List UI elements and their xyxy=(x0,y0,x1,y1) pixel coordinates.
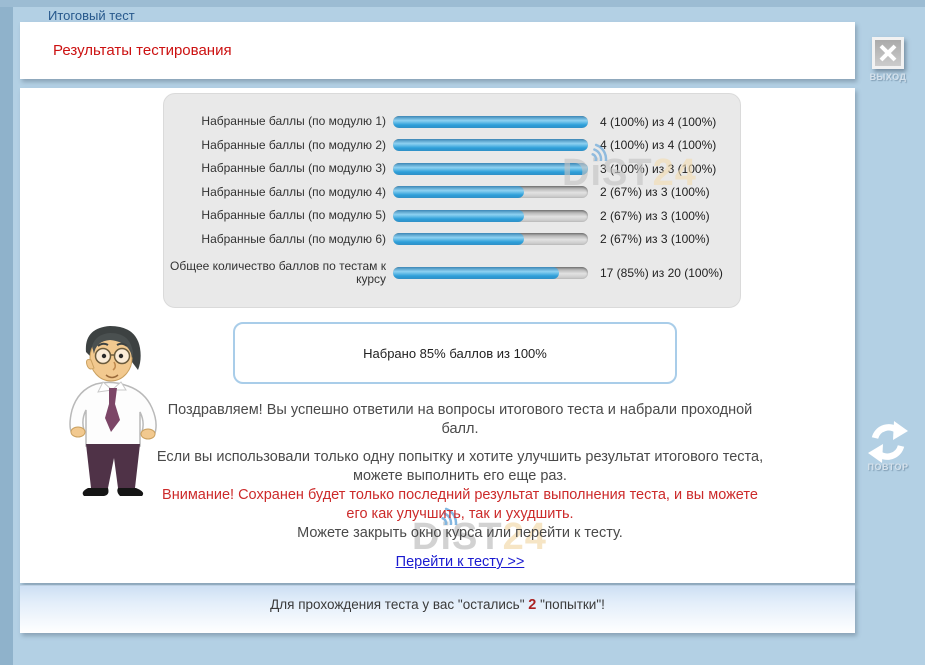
result-row-value: 4 (100%) из 4 (100%) xyxy=(600,115,716,129)
result-row-value: 2 (67%) из 3 (100%) xyxy=(600,209,710,223)
result-row-label: Общее количество баллов по тестам к курс… xyxy=(164,260,386,287)
result-row: Набранные баллы (по модулю 6) 2 (67%) из… xyxy=(164,228,740,252)
progress-bar-fill xyxy=(393,163,588,175)
results-rows: Набранные баллы (по модулю 1) 4 (100%) и… xyxy=(164,110,740,293)
result-row-value: 2 (67%) из 3 (100%) xyxy=(600,185,710,199)
progress-bar xyxy=(393,267,588,279)
header-panel: Результаты тестирования xyxy=(20,22,855,79)
go-to-test-link[interactable]: Перейти к тесту >> xyxy=(396,554,525,570)
result-row-label: Набранные баллы (по модулю 2) xyxy=(164,139,386,153)
warning-text: Внимание! Сохранен будет только последни… xyxy=(150,486,770,524)
progress-bar xyxy=(393,116,588,128)
result-row: Набранные баллы (по модулю 4) 2 (67%) из… xyxy=(164,181,740,205)
page-title: Результаты тестирования xyxy=(53,42,232,59)
result-row-label: Набранные баллы (по модулю 5) xyxy=(164,209,386,223)
window-frame-top xyxy=(0,0,925,7)
exit-button[interactable] xyxy=(872,37,904,69)
window-title: Итоговый тест xyxy=(48,8,135,23)
attempts-text-prefix: Для прохождения теста у вас "остались" xyxy=(270,597,528,612)
result-row-label: Набранные баллы (по модулю 6) xyxy=(164,233,386,247)
result-row: Набранные баллы (по модулю 2) 4 (100%) и… xyxy=(164,134,740,158)
result-row-value: 4 (100%) из 4 (100%) xyxy=(600,138,716,152)
exit-button-label: ВЫХОД xyxy=(858,72,918,82)
score-summary-text: Набрано 85% баллов из 100% xyxy=(363,346,547,361)
progress-bar xyxy=(393,233,588,245)
progress-bar xyxy=(393,139,588,151)
close-icon xyxy=(878,43,898,63)
result-row: Набранные баллы (по модулю 3) 3 (100%) и… xyxy=(164,157,740,181)
congrats-text: Поздравляем! Вы успешно ответили на вопр… xyxy=(150,401,770,439)
progress-bar xyxy=(393,163,588,175)
result-row: Набранные баллы (по модулю 5) 2 (67%) из… xyxy=(164,204,740,228)
repeat-button[interactable] xyxy=(864,418,912,466)
progress-bar xyxy=(393,186,588,198)
window-frame-left xyxy=(0,0,13,665)
retry-info-text: Если вы использовали только одну попытку… xyxy=(150,448,770,486)
result-row-label: Набранные баллы (по модулю 3) xyxy=(164,162,386,176)
result-row: Общее количество баллов по тестам к курс… xyxy=(164,253,740,293)
result-row: Набранные баллы (по модулю 1) 4 (100%) и… xyxy=(164,110,740,134)
result-row-value: 2 (67%) из 3 (100%) xyxy=(600,232,710,246)
progress-bar xyxy=(393,210,588,222)
main-content-panel: Набранные баллы (по модулю 1) 4 (100%) и… xyxy=(20,88,855,583)
close-info-text: Можете закрыть окно курса или перейти к … xyxy=(150,524,770,543)
score-summary-box: Набрано 85% баллов из 100% xyxy=(233,322,677,384)
repeat-button-label: ПОВТОР xyxy=(858,462,918,472)
result-row-label: Набранные баллы (по модулю 4) xyxy=(164,186,386,200)
progress-bar-fill xyxy=(393,116,588,128)
progress-bar-fill xyxy=(393,186,524,198)
result-message: Поздравляем! Вы успешно ответили на вопр… xyxy=(150,401,770,543)
progress-bar-fill xyxy=(393,233,524,245)
results-panel: Набранные баллы (по модулю 1) 4 (100%) и… xyxy=(163,93,741,308)
test-results-page: { "window": { "title": "Итоговый тест" }… xyxy=(0,0,925,665)
result-row-value: 3 (100%) из 3 (100%) xyxy=(600,162,716,176)
attempts-bar: Для прохождения теста у вас "остались" 2… xyxy=(20,585,855,633)
progress-bar-fill xyxy=(393,139,588,151)
attempts-text-suffix: "попытки"! xyxy=(536,597,605,612)
progress-bar-fill xyxy=(393,267,559,279)
go-to-test-link-wrap: Перейти к тесту >> xyxy=(150,553,770,571)
result-row-value: 17 (85%) из 20 (100%) xyxy=(600,266,723,280)
progress-bar-fill xyxy=(393,210,524,222)
result-row-label: Набранные баллы (по модулю 1) xyxy=(164,115,386,129)
